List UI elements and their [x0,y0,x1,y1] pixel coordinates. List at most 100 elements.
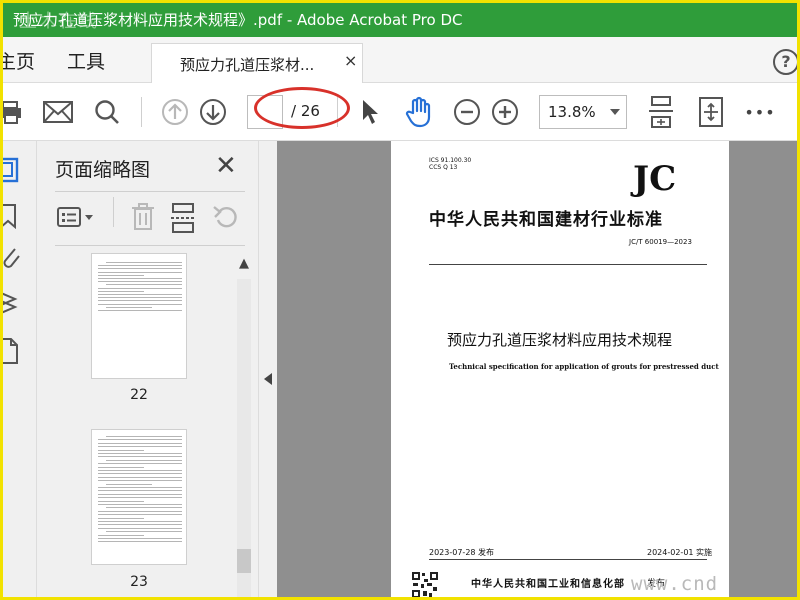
industry-standard-title: 中华人民共和国建材行业标准 [429,210,663,230]
ics-code: ICS 91.100.30 [429,157,472,164]
thumbnail-text-line [106,459,182,461]
window-title: 预应力孔道压浆材料应用技术规程》.pdf - Adobe Acrobat Pro… [13,11,463,29]
thumbnail-text-line [98,278,182,279]
thumbnail-text-line [98,476,182,478]
insert-page-icon[interactable] [171,203,197,237]
previous-page-icon[interactable] [159,83,191,141]
next-page-icon[interactable] [197,83,229,141]
thumbnail-text-line [98,534,144,536]
thumbnail-text-line [98,449,144,451]
thumbnail-text-line [98,500,144,502]
issue-word: 发布 [647,579,666,589]
mail-icon[interactable] [41,83,75,141]
chevron-down-icon [610,109,620,115]
scroll-up-icon[interactable]: ▲ [233,253,255,275]
thumbnail-scrollbar[interactable]: ▲ [233,253,255,597]
thumbnail-text-line [106,483,152,485]
title-bar: 预应力孔道压浆材料应用技术规程》.pdf - Adobe Acrobat Pro… [3,3,797,37]
thumbnail-text-line [98,521,182,522]
close-tab-icon[interactable]: × [344,51,357,70]
page-thumbnail-number: 23 [130,574,148,590]
thumbnail-text-line [106,531,182,533]
search-icon[interactable] [91,83,123,141]
tab-home[interactable]: 主页 [3,47,35,74]
toolbar-divider [141,97,142,127]
collapse-panel-handle[interactable] [259,141,277,597]
thumbnail-text-line [98,442,182,444]
thumbnail-text-line [106,284,182,286]
thumbnail-text-line [106,507,182,509]
delete-page-icon[interactable] [131,203,155,235]
thumbnail-text-line [98,504,182,505]
document-title-en: Technical specification for application … [449,362,719,371]
zoom-out-icon[interactable] [451,83,483,141]
scrollbar-track[interactable] [237,279,251,597]
thumbnail-text-line [98,514,182,516]
select-cursor-icon[interactable] [355,83,385,141]
fit-page-icon[interactable] [645,83,677,141]
thumbnail-text-line [98,268,182,270]
pdf-page: ICS 91.100.30 CCS Q 13 JC 中华人民共和国建材行业标准 … [391,141,729,597]
thumbnail-text-line [98,456,182,458]
thumbnail-text-line [106,436,182,437]
rotate-page-icon[interactable] [211,203,241,235]
panel-title: 页面缩略图 [55,159,151,181]
print-icon[interactable] [3,83,25,141]
attachments-icon[interactable] [3,245,29,277]
implementation-date: 2024-02-01 实施 [647,548,713,557]
collapse-left-icon[interactable] [264,373,272,385]
ccs-code: CCS Q 13 [429,164,458,171]
thumbnail-text-line [98,480,182,482]
page-thumbnail-22[interactable] [91,253,187,379]
page-thumbnail-number: 22 [130,387,148,403]
thumbnail-text-line [106,306,152,308]
zoom-in-icon[interactable] [489,83,521,141]
toolbar: / 26 13.8% ••• [3,83,797,141]
document-tab-label: 预应力孔道压浆材... [180,56,315,74]
thumbnail-text-line [98,497,182,499]
issue-date: 2023-07-28 发布 [429,548,495,557]
thumbnail-text-line [98,493,182,495]
thumbnail-text-line [98,466,144,468]
thumbnail-text-line [98,487,182,488]
page-thumbnail-23[interactable] [91,429,187,565]
thumbnail-text-line [98,524,182,526]
thumbnail-text-line [98,446,182,448]
footer-rule [429,559,707,560]
more-tools-icon[interactable]: ••• [743,83,777,141]
thumbnail-options-icon[interactable] [57,203,97,235]
standard-number: JC/T 60019—2023 [629,238,692,246]
thumbnail-text-line [98,463,182,465]
thumbnail-text-line [98,473,182,475]
app-window: 预应力孔道压浆材料应用技术规程》.pdf - Adobe Acrobat Pro… [0,0,800,600]
tab-tools[interactable]: 工具 [67,47,105,74]
thumbnail-text-line [98,470,182,471]
layers-icon[interactable] [3,289,29,321]
standard-code-mark: JC [633,159,677,199]
document-title-cn: 预应力孔道压浆材料应用技术规程 [447,331,673,349]
hand-tool-icon[interactable] [401,83,437,141]
close-panel-icon[interactable]: ✕ [215,153,237,179]
tab-document[interactable]: 预应力孔道压浆材... × [151,43,363,83]
thumbnail-text-line [98,310,182,311]
page-thumbnails-icon[interactable] [3,157,29,187]
thumbnail-text-line [98,303,182,305]
scrollbar-thumb[interactable] [237,549,251,573]
panel-divider [55,191,245,192]
zoom-select[interactable]: 13.8% [539,95,627,129]
thumbnail-text-line [98,265,182,267]
toolbar-divider [337,97,338,127]
thumbnail-text-line [98,490,182,492]
page-total-label: / 26 [291,102,320,120]
page-number-input[interactable] [247,95,283,129]
page-info-icon[interactable] [3,337,29,369]
full-screen-icon[interactable] [695,83,727,141]
header-rule [429,264,707,265]
bookmarks-icon[interactable] [3,203,29,233]
document-view[interactable]: ICS 91.100.30 CCS Q 13 JC 中华人民共和国建材行业标准 … [277,141,797,597]
help-icon[interactable]: ? [773,49,797,75]
navigation-rail [3,141,37,597]
thumbnail-text-line [98,297,182,299]
thumbnail-text-line [98,527,182,529]
thumbnail-text-line [98,287,182,289]
